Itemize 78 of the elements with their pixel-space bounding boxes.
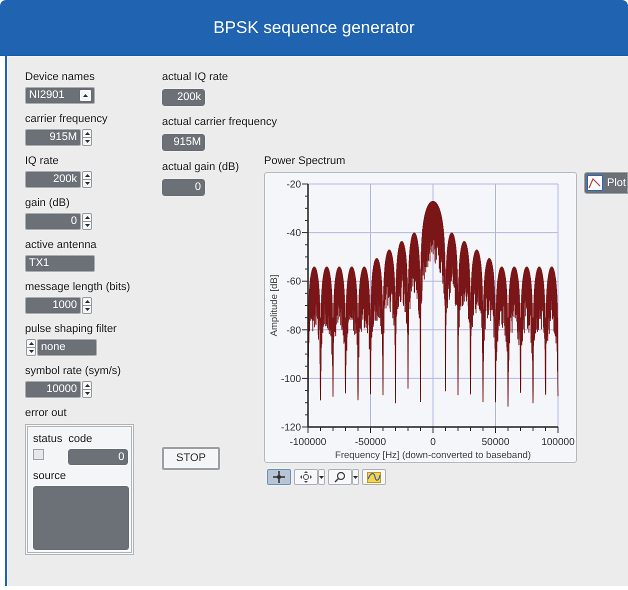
control-label: gain (dB) xyxy=(25,196,71,210)
text-field[interactable]: TX1 xyxy=(25,255,95,272)
plot-name: Plot xyxy=(607,176,626,191)
down-arrow-icon xyxy=(84,308,90,311)
indicator-field: 915M xyxy=(162,134,205,151)
up-arrow-icon xyxy=(28,342,34,345)
numeric-field[interactable]: 915M xyxy=(25,129,81,146)
y-tick-label: -100 xyxy=(280,374,301,385)
up-arrow-icon xyxy=(84,174,90,177)
crosshair-icon xyxy=(273,471,285,483)
up-arrow-icon xyxy=(84,300,90,303)
y-tick-label: -80 xyxy=(286,325,301,336)
code-field: 0 xyxy=(68,449,128,465)
zoom-tool-button[interactable] xyxy=(328,469,352,485)
window-title: BPSK sequence generator xyxy=(213,17,415,40)
spinner-control[interactable] xyxy=(26,339,36,356)
dropdown-button[interactable] xyxy=(352,469,359,485)
caret-icon xyxy=(353,476,358,478)
indicator-field: 200k xyxy=(162,89,205,106)
y-tick-label: -60 xyxy=(286,276,301,288)
pan-icon xyxy=(300,471,312,483)
dropdown-button[interactable] xyxy=(318,469,325,485)
status-checkbox[interactable] xyxy=(33,449,44,460)
y-tick-label: -20 xyxy=(286,180,301,190)
indicator-label: actual gain (dB) xyxy=(162,160,240,174)
up-arrow-icon xyxy=(84,216,90,219)
status-label: status xyxy=(33,433,62,446)
spinner-control[interactable] xyxy=(82,297,92,314)
control-label: pulse shaping filter xyxy=(25,322,118,336)
control-label: active antenna xyxy=(25,238,98,252)
stop-button[interactable]: STOP xyxy=(162,447,220,470)
down-arrow-icon xyxy=(84,224,90,227)
control-label: IQ rate xyxy=(25,154,60,168)
up-arrow-icon xyxy=(83,94,88,97)
indicator-label: actual carrier frequency xyxy=(162,115,277,129)
numeric-field[interactable]: 10000 xyxy=(25,381,81,398)
indicator-field: 0 xyxy=(162,179,205,196)
plot-legend[interactable]: Plot xyxy=(584,172,628,194)
up-arrow-icon xyxy=(84,384,90,387)
autoscale-icon xyxy=(367,472,381,482)
enum-field[interactable]: none xyxy=(37,339,97,356)
autoscale-tool-button[interactable] xyxy=(362,469,386,485)
spinner-control[interactable] xyxy=(82,171,92,188)
source-label: source xyxy=(33,470,68,483)
device-dropdown[interactable]: NI2901 xyxy=(25,87,95,104)
numeric-field[interactable]: 1000 xyxy=(25,297,81,314)
spinner-control[interactable] xyxy=(82,213,92,230)
numeric-field[interactable]: 200k xyxy=(25,171,81,188)
code-label: code xyxy=(68,433,94,446)
x-axis-label: Frequency [Hz] (down-converted to baseband) xyxy=(335,450,531,461)
indicator-label: actual IQ rate xyxy=(162,70,228,84)
cursor-tool-button[interactable] xyxy=(267,469,291,485)
up-arrow-icon xyxy=(84,132,90,135)
x-tick-label: -100000 xyxy=(290,437,326,448)
down-arrow-icon xyxy=(28,350,34,353)
down-arrow-icon xyxy=(84,392,90,395)
control-label: error out xyxy=(25,406,68,420)
x-tick-label: 100000 xyxy=(541,437,575,448)
control-label: message length (bits) xyxy=(25,280,132,294)
caret-icon xyxy=(319,476,324,478)
control-label: carrier frequency xyxy=(25,112,109,126)
pan-tool-button[interactable] xyxy=(294,469,318,485)
control-label: symbol rate (sym/s) xyxy=(25,364,122,378)
y-tick-label: -40 xyxy=(286,228,301,240)
x-tick-label: 50000 xyxy=(482,437,510,448)
spinner-control[interactable] xyxy=(82,381,92,398)
spinner-control[interactable] xyxy=(82,129,92,146)
y-axis-label: Amplitude [dB] xyxy=(269,274,280,336)
numeric-field[interactable]: 0 xyxy=(25,213,81,230)
y-tick-label: -120 xyxy=(280,422,301,434)
down-arrow-icon xyxy=(84,182,90,185)
plot-line-icon xyxy=(587,175,603,191)
down-arrow-icon xyxy=(84,140,90,143)
x-tick-label: -50000 xyxy=(354,437,386,448)
control-label: Device names xyxy=(25,70,96,84)
x-tick-label: 0 xyxy=(430,437,436,448)
zoom-icon xyxy=(334,471,346,483)
graph-title: Power Spectrum xyxy=(264,154,346,168)
